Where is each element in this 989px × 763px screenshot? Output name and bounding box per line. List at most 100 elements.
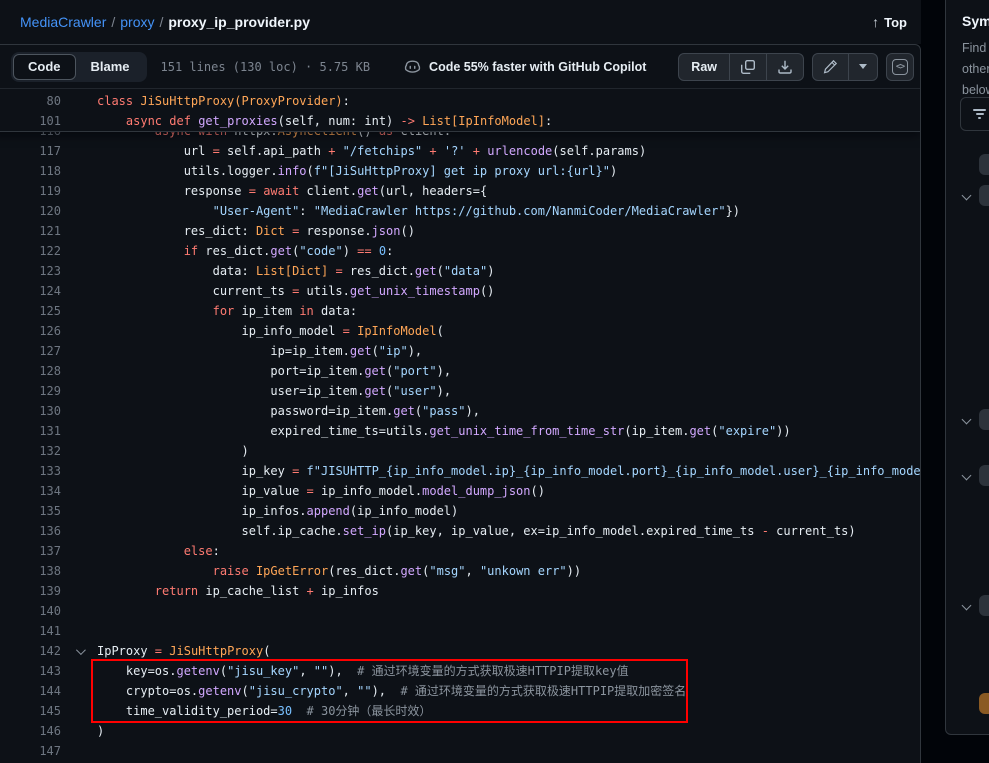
code-text: expired_time_ts=utils.get_unix_time_from…	[97, 421, 920, 441]
edit-dropdown-button[interactable]	[848, 54, 877, 80]
fold-gutter	[61, 181, 97, 201]
line-number[interactable]: 120	[0, 201, 61, 221]
line-number[interactable]: 130	[0, 401, 61, 421]
code-line: 122 if res_dict.get("code") == 0:	[0, 241, 920, 261]
code-line: 117 url = self.api_path + "/fetchips" + …	[0, 141, 920, 161]
chevron-down-icon[interactable]	[962, 471, 972, 481]
symbol-pill[interactable]	[979, 409, 989, 430]
line-number[interactable]: 132	[0, 441, 61, 461]
breadcrumb-folder-link[interactable]: proxy	[120, 14, 154, 30]
line-number[interactable]: 80	[0, 91, 61, 111]
line-number[interactable]: 133	[0, 461, 61, 481]
tab-code[interactable]: Code	[13, 54, 76, 80]
chevron-down-icon[interactable]	[75, 645, 85, 655]
symbol-pill[interactable]	[979, 595, 989, 616]
copilot-banner[interactable]: Code 55% faster with GitHub Copilot	[404, 58, 646, 75]
line-number[interactable]: 126	[0, 321, 61, 341]
line-number[interactable]: 118	[0, 161, 61, 181]
code-text: key=os.getenv("jisu_key", ""), # 通过环境变量的…	[97, 661, 920, 681]
line-number[interactable]: 127	[0, 341, 61, 361]
fold-gutter	[61, 341, 97, 361]
line-number[interactable]: 137	[0, 541, 61, 561]
raw-button[interactable]: Raw	[679, 54, 729, 80]
code-line: 130 password=ip_item.get("pass"),	[0, 401, 920, 421]
line-number[interactable]: 142	[0, 641, 61, 661]
symbols-panel-toggle[interactable]: <>	[886, 53, 914, 81]
pencil-icon	[823, 59, 838, 74]
line-number[interactable]: 146	[0, 721, 61, 741]
line-number[interactable]: 101	[0, 111, 61, 131]
code-line: 121 res_dict: Dict = response.json()	[0, 221, 920, 241]
line-number[interactable]: 124	[0, 281, 61, 301]
symbol-item	[946, 185, 989, 207]
symbol-item	[946, 595, 989, 617]
code-line: 132 )	[0, 441, 920, 461]
breadcrumb: MediaCrawler/proxy/proxy_ip_provider.py	[20, 14, 310, 30]
line-number[interactable]: 139	[0, 581, 61, 601]
breadcrumb-repo-link[interactable]: MediaCrawler	[20, 14, 106, 30]
edit-button[interactable]	[813, 54, 848, 80]
fold-gutter	[61, 261, 97, 281]
code-line: 140	[0, 601, 920, 621]
line-number[interactable]: 144	[0, 681, 61, 701]
code-line: 146)	[0, 721, 920, 741]
chevron-down-icon[interactable]	[962, 415, 972, 425]
download-button[interactable]	[766, 54, 803, 80]
top-label: Top	[884, 15, 907, 30]
line-number[interactable]: 119	[0, 181, 61, 201]
line-number[interactable]: 117	[0, 141, 61, 161]
toolbar-actions: Raw	[678, 53, 914, 81]
code-text: data: List[Dict] = res_dict.get("data")	[97, 261, 920, 281]
line-number[interactable]: 145	[0, 701, 61, 721]
line-number[interactable]: 138	[0, 561, 61, 581]
line-number[interactable]: 131	[0, 421, 61, 441]
code-line: 126 ip_info_model = IpInfoModel(	[0, 321, 920, 341]
line-number[interactable]: 125	[0, 301, 61, 321]
code-text: if res_dict.get("code") == 0:	[97, 241, 920, 261]
line-number[interactable]: 140	[0, 601, 61, 621]
code-lines: 116 async with httpx.AsyncClient() as cl…	[0, 121, 920, 761]
symbol-item	[946, 409, 989, 431]
symbol-pill[interactable]	[979, 154, 989, 175]
copy-button[interactable]	[729, 54, 766, 80]
fold-gutter	[61, 321, 97, 341]
line-number[interactable]: 141	[0, 621, 61, 641]
chevron-down-icon[interactable]	[962, 191, 972, 201]
code-line: 80class JiSuHttpProxy(ProxyProvider):	[0, 91, 920, 111]
code-line: 141	[0, 621, 920, 641]
fold-gutter	[61, 421, 97, 441]
code-symbols-icon: <>	[892, 59, 908, 75]
copy-icon	[740, 59, 756, 75]
symbols-panel-description: Find other below	[962, 38, 989, 101]
line-number[interactable]: 121	[0, 221, 61, 241]
back-to-top-button[interactable]: ↑ Top	[872, 14, 907, 30]
fold-gutter	[61, 581, 97, 601]
line-number[interactable]: 143	[0, 661, 61, 681]
chevron-down-icon[interactable]	[962, 601, 972, 611]
code-text: "User-Agent": "MediaCrawler https://gith…	[97, 201, 920, 221]
symbol-pill-accent[interactable]	[979, 693, 989, 714]
line-number[interactable]: 129	[0, 381, 61, 401]
arrow-up-icon: ↑	[872, 14, 879, 30]
tab-blame[interactable]: Blame	[76, 54, 145, 80]
line-number[interactable]: 123	[0, 261, 61, 281]
fold-gutter	[61, 481, 97, 501]
code-area: 116 async with httpx.AsyncClient() as cl…	[0, 89, 920, 763]
line-number[interactable]: 128	[0, 361, 61, 381]
code-line: 134 ip_value = ip_info_model.model_dump_…	[0, 481, 920, 501]
line-number[interactable]: 134	[0, 481, 61, 501]
line-number[interactable]: 136	[0, 521, 61, 541]
line-number[interactable]: 147	[0, 741, 61, 761]
code-line: 137 else:	[0, 541, 920, 561]
code-line: 101 async def get_proxies(self, num: int…	[0, 111, 920, 131]
symbol-pill[interactable]	[979, 465, 989, 486]
fold-gutter	[61, 441, 97, 461]
filter-button[interactable]	[960, 97, 989, 131]
code-text: current_ts = utils.get_unix_timestamp()	[97, 281, 920, 301]
line-number[interactable]: 135	[0, 501, 61, 521]
code-text: port=ip_item.get("port"),	[97, 361, 920, 381]
symbol-pill[interactable]	[979, 185, 989, 206]
raw-button-group: Raw	[678, 53, 804, 81]
code-text: ip_value = ip_info_model.model_dump_json…	[97, 481, 920, 501]
line-number[interactable]: 122	[0, 241, 61, 261]
